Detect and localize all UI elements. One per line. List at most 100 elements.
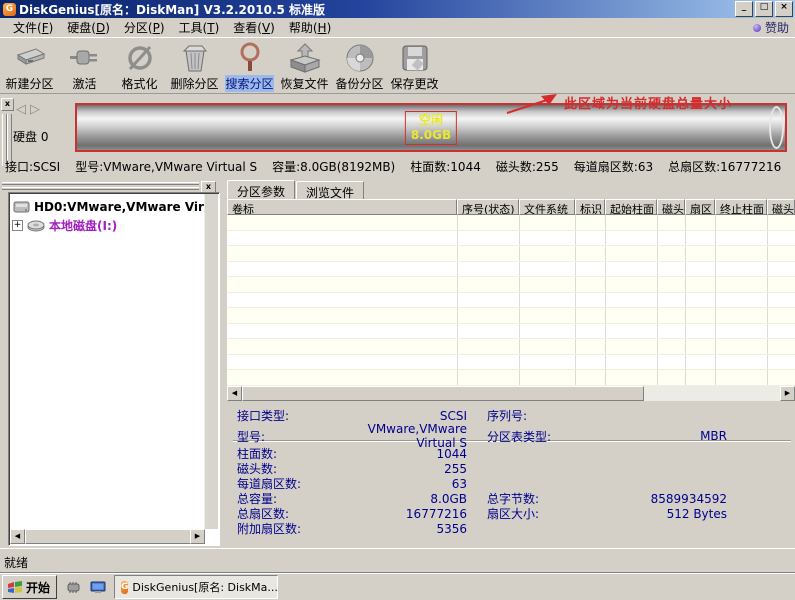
detail-row: 总容量: 8.0GB 总字节数: 8589934592	[227, 490, 795, 505]
disk-cylinders: 柱面数:1044	[410, 158, 481, 175]
taskbar-app-button[interactable]: G DiskGenius[原名: DiskMa...	[114, 575, 278, 599]
tree-item-local-disk[interactable]: + 本地磁盘(I:)	[11, 216, 204, 235]
tree-item-label: 本地磁盘(I:)	[49, 217, 117, 234]
backup-partition-button[interactable]: 备份分区	[332, 38, 387, 92]
windows-taskbar: 开始 G DiskGenius[原名: DiskMa...	[0, 573, 795, 600]
chip-icon[interactable]	[65, 581, 82, 594]
close-button[interactable]: ×	[775, 1, 793, 17]
expand-icon[interactable]: +	[12, 220, 23, 231]
disk-info-line: 接口:SCSI 型号:VMware,VMware Virtual S 容量:8.…	[5, 158, 781, 175]
panel-close-icon[interactable]: x	[1, 98, 14, 111]
new-partition-button[interactable]: 新建分区	[2, 38, 57, 92]
table-row[interactable]	[227, 231, 795, 247]
tab-bar: 分区参数 浏览文件	[227, 180, 365, 199]
detail-value: 5356	[349, 522, 467, 536]
minimize-button[interactable]: _	[735, 1, 753, 17]
table-row[interactable]	[227, 370, 795, 386]
tree-panel-grip[interactable]	[0, 181, 199, 190]
window-title: DiskGenius[原名：DiskMan] V3.2.2010.5 标准版	[19, 1, 733, 18]
diskgenius-window: G DiskGenius[原名：DiskMan] V3.2.2010.5 标准版…	[0, 0, 795, 600]
table-row[interactable]	[227, 308, 795, 324]
detail-label: 附加扇区数:	[237, 520, 349, 537]
column-header-head2[interactable]: 磁头	[767, 199, 795, 215]
scroll-thumb[interactable]	[242, 386, 644, 401]
column-header-sector[interactable]: 扇区	[685, 199, 715, 215]
table-row[interactable]	[227, 277, 795, 293]
show-desktop-icon[interactable]	[90, 581, 106, 594]
save-changes-button[interactable]: 保存更改	[387, 38, 442, 92]
table-row[interactable]	[227, 262, 795, 278]
partition-table-header: 卷标 序号(状态) 文件系统 标识 起始柱面 磁头 扇区 终止柱面 磁头	[227, 199, 795, 215]
toolbar-label: 激活	[72, 75, 96, 92]
disk-total-sectors: 总扇区数:16777216	[668, 158, 781, 175]
detail-row: 柱面数: 1044	[227, 445, 795, 460]
toolbar: 新建分区 激活 格式化 删除分区 搜索分区	[0, 37, 795, 94]
panel-splitter[interactable]	[221, 180, 226, 548]
prev-next-disk-icons[interactable]: ◁▷	[16, 102, 44, 117]
detail-label: 序列号:	[487, 407, 599, 424]
column-header-end-cylinder[interactable]: 终止柱面	[715, 199, 767, 215]
recover-files-button[interactable]: 恢复文件	[277, 38, 332, 92]
table-row[interactable]	[227, 339, 795, 355]
menu-disk[interactable]: 硬盘(D)	[60, 18, 117, 37]
disk-overview-panel: x ◁▷ 硬盘 0 空闲 8.0GB 此区域为当前硬盘总量大小 接口:SCSI …	[0, 94, 795, 178]
tab-partition-parameters[interactable]: 分区参数	[227, 180, 295, 199]
table-row[interactable]	[227, 293, 795, 309]
menu-partition[interactable]: 分区(P)	[117, 18, 172, 37]
free-space-size: 8.0GB	[411, 128, 451, 142]
table-row[interactable]	[227, 355, 795, 371]
disk-heads: 磁头数:255	[496, 158, 559, 175]
table-row[interactable]	[227, 246, 795, 262]
tree-horizontal-scrollbar[interactable]: ◀ ▶	[10, 529, 205, 544]
column-header-start-cylinder[interactable]: 起始柱面	[605, 199, 657, 215]
sponsor-link[interactable]: 赞助	[753, 19, 789, 36]
menu-help[interactable]: 帮助(H)	[282, 18, 338, 37]
partition-detail-panel: 分区参数 浏览文件 卷标 序号(状态) 文件系统 标识 起始柱面 磁头 扇区 终…	[227, 180, 795, 548]
detail-value: 8.0GB	[349, 492, 467, 506]
start-button[interactable]: 开始	[2, 575, 57, 599]
table-row[interactable]	[227, 215, 795, 231]
detail-value: 1044	[349, 447, 467, 461]
tree-vertical-scrollbar[interactable]	[204, 194, 218, 529]
column-header-filesystem[interactable]: 文件系统	[519, 199, 575, 215]
title-bar: G DiskGenius[原名：DiskMan] V3.2.2010.5 标准版…	[0, 0, 795, 18]
column-header-id[interactable]: 标识	[575, 199, 605, 215]
column-header-index-status[interactable]: 序号(状态)	[457, 199, 519, 215]
scroll-right-icon[interactable]: ▶	[190, 529, 205, 544]
disk-interface: 接口:SCSI	[5, 158, 60, 175]
menu-file[interactable]: 文件(F)	[6, 18, 60, 37]
tab-browse-files[interactable]: 浏览文件	[296, 181, 364, 199]
detail-value: 63	[349, 477, 467, 491]
delete-partition-button[interactable]: 删除分区	[167, 38, 222, 92]
toolbar-label: 格式化	[121, 75, 157, 92]
scroll-left-icon[interactable]: ◀	[10, 529, 25, 544]
toolbar-label: 保存更改	[390, 75, 438, 92]
table-horizontal-scrollbar[interactable]: ◀ ▶	[227, 386, 795, 401]
scroll-track	[644, 386, 780, 401]
menu-tools[interactable]: 工具(T)	[172, 18, 227, 37]
activate-icon	[68, 41, 102, 75]
search-partition-icon	[236, 41, 264, 75]
backup-partition-icon	[344, 41, 376, 75]
detail-label: 型号:	[237, 428, 349, 445]
scroll-thumb[interactable]	[25, 529, 191, 544]
format-icon	[125, 41, 155, 75]
restore-button[interactable]: □	[755, 1, 773, 17]
column-header-volume-label[interactable]: 卷标	[227, 199, 457, 215]
format-button[interactable]: 格式化	[112, 38, 167, 92]
scroll-left-icon[interactable]: ◀	[227, 386, 242, 401]
tree-item-hd0[interactable]: HD0:VMware,VMware Virtual	[11, 197, 204, 216]
disk-capacity-bar[interactable]: 空闲 8.0GB 此区域为当前硬盘总量大小	[75, 103, 787, 152]
search-partition-button[interactable]: 搜索分区	[222, 38, 277, 92]
toolbar-label: 新建分区	[5, 75, 53, 92]
free-space-region[interactable]: 空闲 8.0GB	[405, 111, 457, 145]
taskbar-app-label: DiskGenius[原名: DiskMa...	[132, 579, 278, 595]
column-header-head[interactable]: 磁头	[657, 199, 685, 215]
menu-view[interactable]: 查看(V)	[226, 18, 282, 37]
disk-volume-icon	[27, 219, 45, 232]
toolbar-label: 恢复文件	[280, 75, 328, 92]
scroll-right-icon[interactable]: ▶	[780, 386, 795, 401]
table-row[interactable]	[227, 324, 795, 340]
activate-button[interactable]: 激活	[57, 38, 112, 92]
tree-item-label: HD0:VMware,VMware Virtual	[34, 200, 204, 214]
